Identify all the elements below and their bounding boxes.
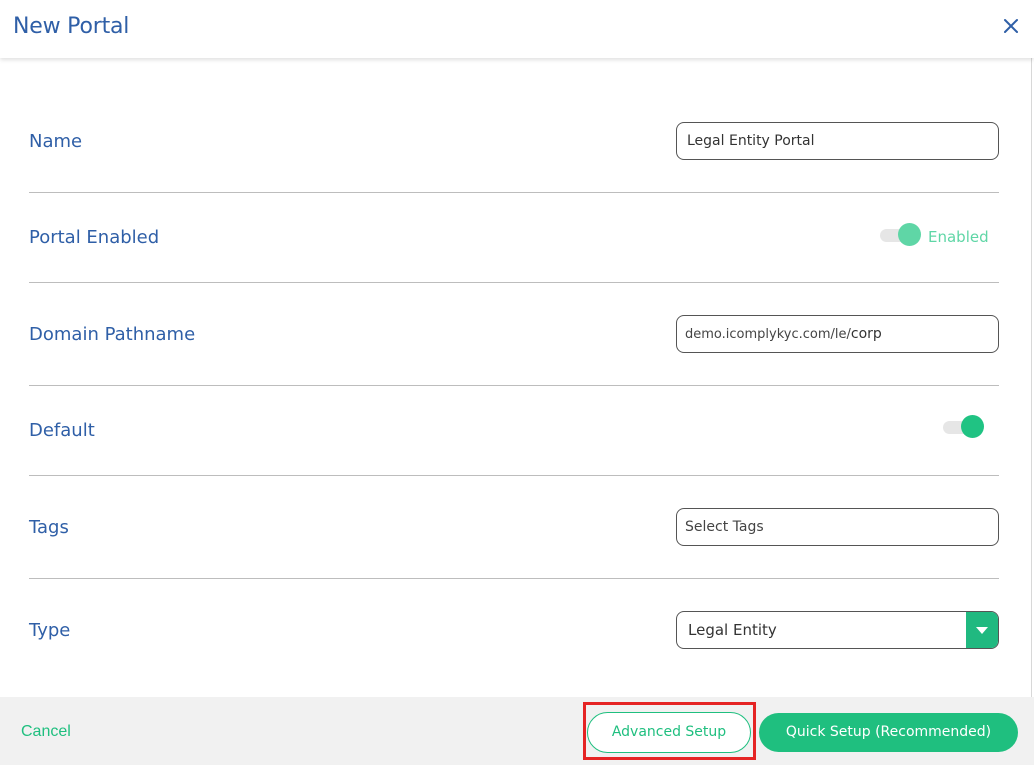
quick-setup-button[interactable]: Quick Setup (Recommended) (759, 713, 1018, 752)
row-divider (29, 282, 999, 283)
tags-placeholder: Select Tags (685, 519, 764, 535)
scroll-edge (1031, 58, 1032, 698)
dialog-title: New Portal (13, 14, 130, 39)
default-toggle[interactable] (941, 415, 987, 439)
name-label: Name (29, 131, 83, 152)
domain-prefix: demo.icomplykyc.com/le/ (685, 327, 851, 342)
type-label: Type (29, 620, 71, 641)
dialog-header: New Portal (0, 0, 1034, 58)
type-select[interactable]: Legal Entity (676, 611, 999, 649)
close-icon[interactable] (1001, 16, 1021, 36)
dialog-footer: Cancel Advanced Setup Quick Setup (Recom… (0, 697, 1034, 765)
portal-enabled-label: Portal Enabled (29, 227, 160, 248)
row-divider (29, 385, 999, 386)
name-input[interactable]: Legal Entity Portal (676, 122, 999, 160)
row-divider (29, 578, 999, 579)
advanced-setup-button[interactable]: Advanced Setup (587, 712, 751, 753)
row-divider (29, 192, 999, 193)
toggle-knob (961, 415, 984, 438)
name-input-value: Legal Entity Portal (687, 133, 815, 149)
default-label: Default (29, 420, 95, 441)
domain-pathname-label: Domain Pathname (29, 324, 196, 345)
portal-enabled-toggle[interactable] (878, 223, 924, 247)
domain-pathname-input[interactable]: demo.icomplykyc.com/le/corp (676, 315, 999, 353)
dropdown-toggle[interactable] (966, 612, 998, 648)
tags-input[interactable]: Select Tags (676, 508, 999, 546)
caret-down-icon (976, 627, 988, 634)
portal-enabled-status: Enabled (928, 228, 989, 246)
row-divider (29, 475, 999, 476)
type-selected-value: Legal Entity (688, 621, 777, 639)
domain-pathname-value: corp (850, 326, 882, 342)
tags-label: Tags (29, 517, 69, 538)
cancel-button[interactable]: Cancel (21, 723, 71, 741)
toggle-knob (898, 223, 921, 246)
